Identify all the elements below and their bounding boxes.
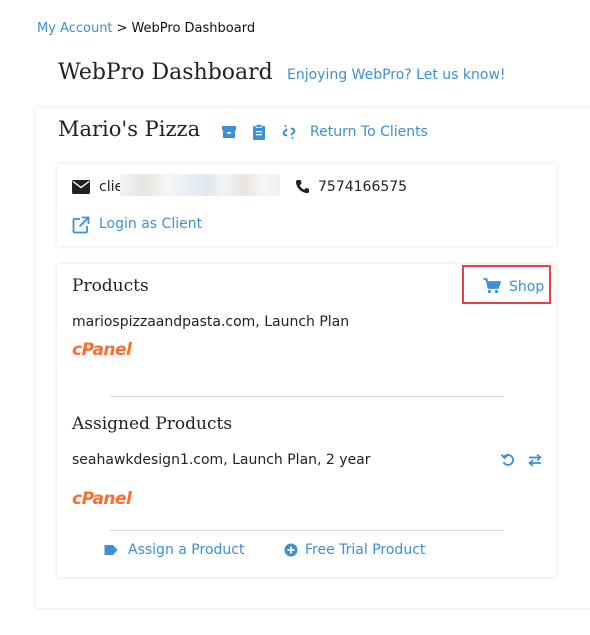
shopping-cart-icon[interactable] [483,278,501,294]
breadcrumb-my-account-link[interactable]: My Account [37,21,113,36]
cpanel-logo[interactable]: cPanel [72,340,132,360]
return-to-clients-link[interactable]: Return To Clients [310,124,428,140]
plus-circle-icon[interactable] [284,543,298,557]
divider [110,396,504,397]
page-title: WebPro Dashboard [58,60,273,85]
products-heading: Products [72,276,149,296]
shop-label[interactable]: Shop [509,279,544,295]
breadcrumb-separator: > [116,21,128,36]
login-as-client-link[interactable]: Login as Client [99,216,202,232]
redacted-email-area [120,174,280,196]
client-name: Mario's Pizza [58,117,201,141]
undo-icon[interactable] [501,453,515,467]
tag-icon[interactable] [104,543,118,557]
archive-icon[interactable] [221,124,237,140]
transfer-icon[interactable] [528,453,542,467]
assign-product-link[interactable]: Assign a Product [128,542,244,558]
envelope-icon [72,180,90,194]
assigned-product-item: seahawkdesign1.com, Launch Plan, 2 year [72,452,371,468]
divider [110,530,504,531]
breadcrumb: My Account > WebPro Dashboard [37,21,255,36]
phone-icon [295,179,310,194]
clipboard-icon[interactable] [251,124,267,140]
product-item: mariospizzaandpasta.com, Launch Plan [72,314,350,330]
external-link-icon[interactable] [72,216,90,234]
feedback-link[interactable]: Enjoying WebPro? Let us know! [287,67,506,83]
assigned-products-heading: Assigned Products [72,414,233,434]
cpanel-logo-assigned[interactable]: cPanel [72,489,132,509]
client-phone: 7574166575 [318,179,408,195]
free-trial-product-link[interactable]: Free Trial Product [305,542,425,558]
unlink-icon[interactable] [281,124,297,140]
breadcrumb-current: WebPro Dashboard [131,21,256,36]
